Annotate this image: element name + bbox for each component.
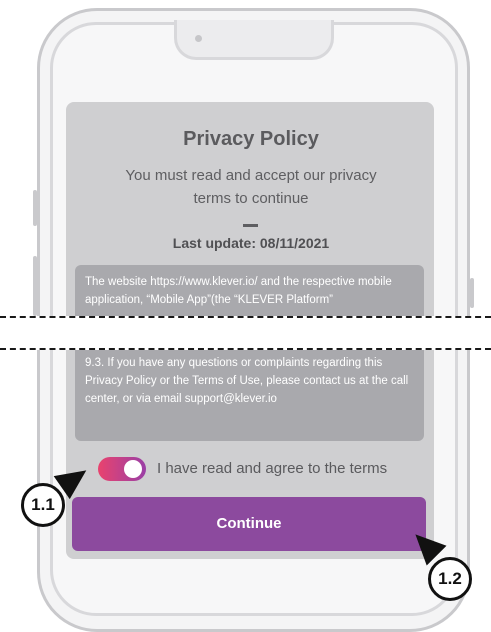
divider bbox=[243, 224, 258, 227]
toggle-knob bbox=[124, 460, 142, 478]
terms-label[interactable]: I have read and agree to the terms bbox=[157, 460, 387, 477]
side-button bbox=[33, 256, 37, 316]
policy-text-box[interactable]: The website https://www.klever.io/ and t… bbox=[75, 265, 424, 441]
page-title: Privacy Policy bbox=[183, 128, 319, 150]
camera-icon bbox=[195, 35, 202, 42]
page-subtitle: You must read and accept our privacy ter… bbox=[125, 167, 377, 207]
side-button bbox=[470, 278, 474, 308]
callout-1-1: 1.1 bbox=[21, 483, 65, 527]
callout-1-2: 1.2 bbox=[428, 557, 472, 601]
terms-toggle[interactable] bbox=[98, 457, 146, 481]
side-button bbox=[33, 190, 37, 226]
last-update: Last update: 08/11/2021 bbox=[172, 235, 330, 251]
policy-text-bottom: 9.3. If you have any questions or compla… bbox=[85, 357, 409, 405]
policy-text-top: The website https://www.klever.io/ and t… bbox=[85, 276, 392, 306]
break-line bbox=[0, 348, 491, 350]
break-line bbox=[0, 316, 491, 318]
content-break bbox=[0, 316, 491, 350]
continue-button[interactable]: Continue bbox=[72, 497, 426, 551]
